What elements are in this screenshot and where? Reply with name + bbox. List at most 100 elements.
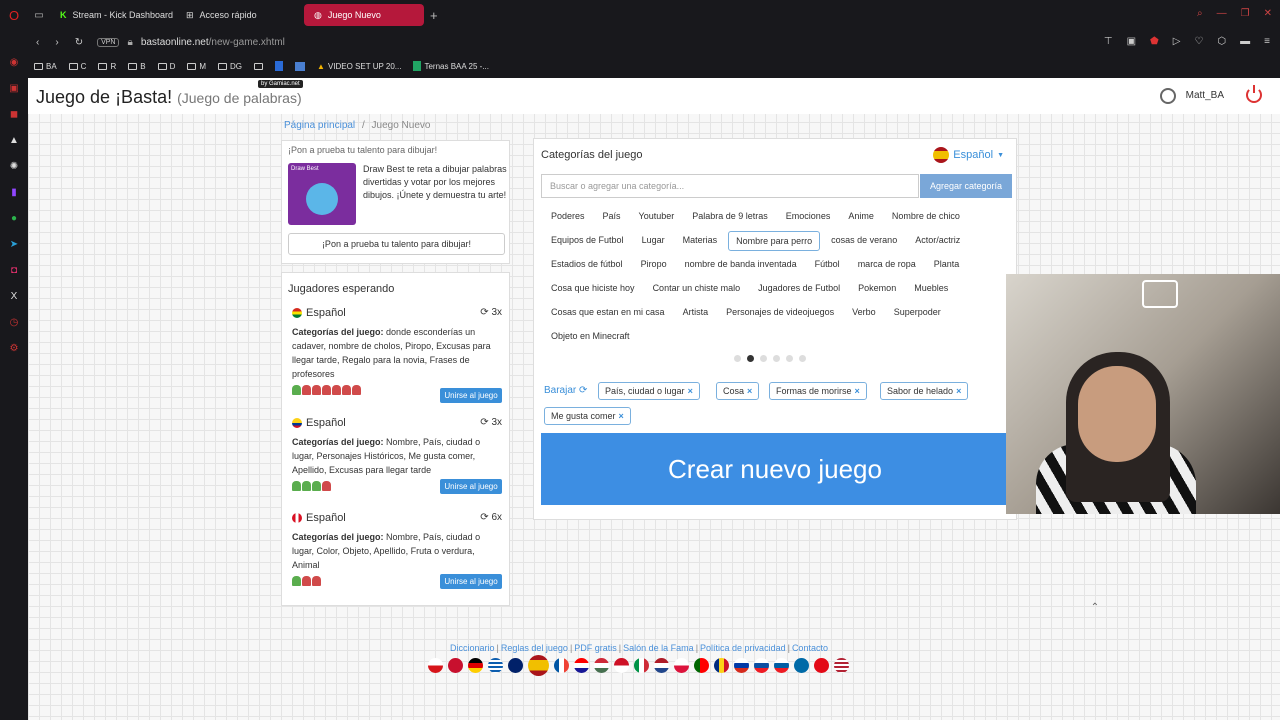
remove-icon[interactable]: × (855, 386, 860, 396)
category-chip[interactable]: Objeto en Minecraft (544, 327, 637, 345)
denmark-flag-icon[interactable] (448, 658, 463, 673)
x-icon[interactable]: X (7, 290, 21, 304)
slovenia-flag-icon[interactable] (774, 658, 789, 673)
gamiac-badge[interactable]: by Gamiac.net (258, 80, 303, 88)
czech-flag-icon[interactable] (428, 658, 443, 673)
battery-icon[interactable]: ▬ (1240, 36, 1250, 47)
indonesia-flag-icon[interactable] (614, 658, 629, 673)
username[interactable]: Matt_BA (1186, 90, 1224, 101)
category-chip[interactable]: Emociones (779, 207, 838, 225)
category-chip[interactable]: Personajes de videojuegos (719, 303, 841, 321)
music-icon[interactable]: ◼ (7, 108, 21, 122)
twitch-sidebar-icon[interactable]: ▮ (7, 186, 21, 200)
russia-flag-icon[interactable] (734, 658, 749, 673)
category-search-input[interactable]: Buscar o agregar una categoría... (541, 174, 919, 198)
breadcrumb-home[interactable]: Página principal (284, 120, 355, 131)
new-tab-button[interactable]: + (430, 8, 438, 23)
category-chip[interactable]: Artista (676, 303, 716, 321)
settings-sidebar-icon[interactable]: ⚙ (7, 342, 21, 356)
close-button[interactable]: ✕ (1264, 8, 1272, 19)
category-chip[interactable]: Cosa que hiciste hoy (544, 279, 642, 297)
create-game-button[interactable]: Crear nuevo juego (541, 433, 1009, 505)
remove-icon[interactable]: × (956, 386, 961, 396)
turkey-flag-icon[interactable] (814, 658, 829, 673)
category-chip[interactable]: cosas de verano (824, 231, 904, 251)
draw-best-image[interactable]: Draw Best (288, 163, 356, 225)
bookmark-folder[interactable]: B (128, 62, 146, 71)
join-game-button[interactable]: Unirse al juego (440, 574, 502, 589)
category-chip[interactable]: Actor/actriz (908, 231, 967, 251)
opera-logo-icon[interactable]: O (0, 8, 28, 23)
bookmark-media[interactable] (295, 61, 306, 71)
bookmark-folder[interactable]: D (157, 62, 175, 71)
hungary-flag-icon[interactable] (594, 658, 609, 673)
category-chip[interactable]: Anime (841, 207, 881, 225)
page-dot[interactable] (786, 355, 793, 362)
category-chip[interactable]: País (596, 207, 628, 225)
play-icon[interactable]: ▷ (1173, 36, 1181, 47)
snapshot-icon[interactable]: ▣ (1127, 36, 1136, 47)
page-dot[interactable] (734, 355, 741, 362)
footer-link[interactable]: Contacto (792, 643, 828, 653)
vpn-badge[interactable]: VPN (97, 37, 120, 47)
bookmark-folder[interactable]: C (68, 62, 86, 71)
category-chip[interactable]: Pokemon (851, 279, 903, 297)
slovakia-flag-icon[interactable] (754, 658, 769, 673)
category-chip[interactable]: Planta (927, 255, 967, 273)
footer-link[interactable]: Salón de la Fama (623, 643, 694, 653)
category-chip[interactable]: Verbo (845, 303, 883, 321)
spain-flag-icon[interactable] (528, 655, 549, 676)
france-flag-icon[interactable] (554, 658, 569, 673)
page-dot[interactable] (760, 355, 767, 362)
menu-icon[interactable]: ≡ (1264, 36, 1270, 47)
whatsapp-icon[interactable]: ● (7, 212, 21, 226)
back-icon[interactable]: ‹ (36, 37, 39, 48)
promo-button[interactable]: ¡Pon a prueba tu talento para dibujar! (288, 233, 505, 255)
page-dot[interactable] (799, 355, 806, 362)
tab-kick-dashboard[interactable]: K Stream - Kick Dashboard (50, 4, 173, 26)
maximize-button[interactable]: ❐ (1241, 8, 1250, 19)
portugal-flag-icon[interactable] (694, 658, 709, 673)
category-chip[interactable]: Palabra de 9 letras (685, 207, 775, 225)
twitch-icon[interactable]: ▣ (7, 82, 21, 96)
add-category-button[interactable]: Agregar categoría (920, 174, 1012, 198)
join-game-button[interactable]: Unirse al juego (440, 479, 502, 494)
selected-category[interactable]: Cosa × (716, 382, 760, 400)
tab-acceso-rapido[interactable]: ⊞ Acceso rápido (176, 4, 300, 26)
sweden-flag-icon[interactable] (794, 658, 809, 673)
remove-icon[interactable]: × (688, 386, 693, 396)
heart-icon[interactable]: ♡ (1194, 36, 1203, 47)
shield-icon[interactable]: ⬟ (1150, 36, 1159, 47)
poland-flag-icon[interactable] (674, 658, 689, 673)
bookmark-folder[interactable]: M (187, 62, 206, 71)
page-dot-active[interactable] (747, 355, 754, 362)
workspace-icon[interactable]: ▭ (28, 10, 50, 21)
footer-link[interactable]: Reglas del juego (501, 643, 568, 653)
url-field[interactable]: bastaonline.net/new-game.xhtml (141, 37, 285, 48)
pin-icon[interactable]: ⊤ (1104, 36, 1113, 47)
germany-flag-icon[interactable] (468, 658, 483, 673)
minimize-button[interactable]: — (1217, 8, 1227, 19)
category-chip[interactable]: Nombre de chico (885, 207, 967, 225)
category-chip[interactable]: Equipos de Futbol (544, 231, 631, 251)
bookmark-folder[interactable]: R (98, 62, 116, 71)
footer-link[interactable]: PDF gratis (574, 643, 617, 653)
bookmark-folder[interactable]: BA (34, 62, 57, 71)
netherlands-flag-icon[interactable] (654, 658, 669, 673)
category-chip[interactable]: Materias (676, 231, 725, 251)
category-chip-highlighted[interactable]: Nombre para perro (728, 231, 821, 251)
category-chip[interactable]: marca de ropa (851, 255, 923, 273)
footer-link[interactable]: Diccionario (450, 643, 495, 653)
join-game-button[interactable]: Unirse al juego (440, 388, 502, 403)
category-chip[interactable]: Contar un chiste malo (646, 279, 748, 297)
extensions-icon[interactable]: ⬡ (1217, 36, 1226, 47)
category-chip[interactable]: Cosas que estan en mi casa (544, 303, 672, 321)
arrow-icon[interactable]: ▲ (7, 134, 21, 148)
selected-category[interactable]: Sabor de helado × (880, 382, 969, 400)
remove-icon[interactable]: × (619, 411, 624, 421)
category-chip[interactable]: Lugar (635, 231, 672, 251)
chatgpt-icon[interactable]: ✺ (7, 160, 21, 174)
italy-flag-icon[interactable] (634, 658, 649, 673)
history-icon[interactable]: ◷ (7, 316, 21, 330)
footer-link[interactable]: Política de privacidad (700, 643, 786, 653)
